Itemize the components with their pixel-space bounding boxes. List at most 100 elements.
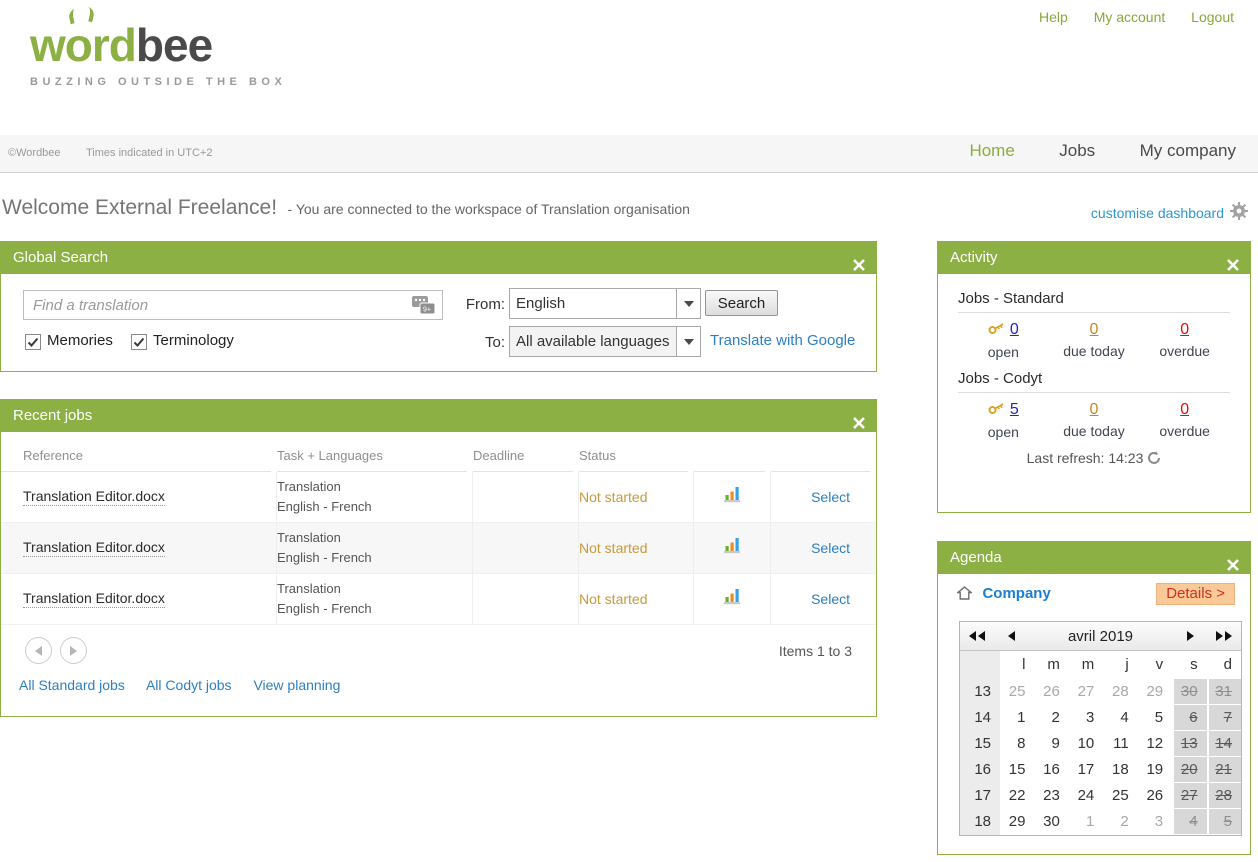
activity-count-open: 0open — [958, 321, 1049, 360]
all-codyt-jobs-link[interactable]: All Codyt jobs — [146, 677, 232, 693]
nav-my-company[interactable]: My company — [1140, 141, 1236, 160]
calendar-day-cell[interactable]: 4 — [1103, 705, 1137, 731]
help-link[interactable]: Help — [1039, 9, 1068, 25]
wordbee-logo[interactable]: wordbee BUZZING OUTSIDE THE BOX — [30, 22, 286, 88]
calendar-day-cell[interactable]: 9 — [1034, 731, 1068, 757]
calendar-day-cell[interactable]: 7 — [1207, 705, 1241, 731]
job-reference-link[interactable]: Translation Editor.docx — [23, 488, 165, 506]
activity-count-link[interactable]: 0 — [1180, 401, 1189, 418]
calendar-day-cell[interactable]: 30 — [1034, 809, 1068, 835]
calendar-day-cell[interactable]: 1 — [1069, 809, 1103, 835]
search-input-wrap: 9+ — [23, 290, 443, 320]
calendar-day-cell[interactable]: 4 — [1172, 809, 1206, 835]
job-select-link[interactable]: Select — [811, 540, 850, 556]
terminology-option[interactable]: Terminology — [131, 332, 234, 349]
activity-count-link[interactable]: 0 — [1090, 321, 1099, 338]
job-reference-link[interactable]: Translation Editor.docx — [23, 590, 165, 608]
calendar-day-cell[interactable]: 11 — [1103, 731, 1137, 757]
calendar-day-cell[interactable]: 10 — [1069, 731, 1103, 757]
calendar-day-cell[interactable]: 27 — [1069, 679, 1103, 705]
customise-dashboard-link[interactable]: customise dashboard — [1091, 205, 1224, 221]
calendar-day-cell[interactable]: 25 — [1103, 783, 1137, 809]
calendar-day-cell[interactable]: 2 — [1103, 809, 1137, 835]
job-status-cell: Not started — [579, 574, 694, 625]
calendar-day-cell[interactable]: 13 — [1172, 731, 1206, 757]
calendar-day-cell[interactable]: 3 — [1069, 705, 1103, 731]
calendar-day-cell[interactable]: 3 — [1138, 809, 1172, 835]
bar-chart-icon[interactable] — [723, 486, 742, 508]
details-button[interactable]: Details > — [1156, 583, 1235, 605]
activity-count-due_today: 0due today — [1049, 401, 1140, 440]
job-select-link[interactable]: Select — [811, 489, 850, 505]
all-standard-jobs-link[interactable]: All Standard jobs — [19, 677, 125, 693]
dropdown-arrow-button[interactable] — [676, 289, 700, 318]
search-button[interactable]: Search — [705, 290, 778, 316]
calendar-day-cell[interactable]: 27 — [1172, 783, 1206, 809]
calendar-day-cell[interactable]: 8 — [1000, 731, 1034, 757]
prev-page-button[interactable] — [25, 637, 52, 664]
company-link[interactable]: Company — [982, 585, 1050, 602]
calendar-day-cell[interactable]: 22 — [1000, 783, 1034, 809]
calendar-next-month-button[interactable] — [1173, 629, 1207, 644]
calendar-day-cell[interactable]: 17 — [1069, 757, 1103, 783]
from-language-select[interactable]: English — [509, 288, 701, 319]
bar-chart-icon[interactable] — [723, 588, 742, 610]
calendar-day-cell[interactable]: 31 — [1207, 679, 1241, 705]
job-reference-link[interactable]: Translation Editor.docx — [23, 539, 165, 557]
calendar-day-cell[interactable]: 2 — [1034, 705, 1068, 731]
calendar-day-header: m — [1034, 651, 1068, 679]
memories-option[interactable]: Memories — [25, 332, 113, 349]
my-account-link[interactable]: My account — [1094, 9, 1166, 25]
calendar-day-cell[interactable]: 29 — [1000, 809, 1034, 835]
logout-link[interactable]: Logout — [1191, 9, 1234, 25]
calendar-day-cell[interactable]: 14 — [1207, 731, 1241, 757]
activity-count-link[interactable]: 0 — [1010, 321, 1019, 338]
calendar-day-cell[interactable]: 26 — [1034, 679, 1068, 705]
calendar-day-cell[interactable]: 24 — [1069, 783, 1103, 809]
calendar-day-cell[interactable]: 19 — [1138, 757, 1172, 783]
next-page-button[interactable] — [60, 637, 87, 664]
activity-count-link[interactable]: 5 — [1010, 401, 1019, 418]
bar-chart-icon[interactable] — [723, 537, 742, 559]
special-characters-icon[interactable]: 9+ — [411, 295, 437, 321]
refresh-icon[interactable] — [1147, 452, 1161, 468]
calendar-day-cell[interactable]: 16 — [1034, 757, 1068, 783]
to-language-select[interactable]: All available languages — [509, 326, 701, 357]
calendar-month-label: avril 2019 — [1028, 628, 1173, 645]
nav-jobs[interactable]: Jobs — [1059, 141, 1095, 160]
nav-home[interactable]: Home — [969, 141, 1014, 160]
calendar-day-cell[interactable]: 5 — [1138, 705, 1172, 731]
job-select-link[interactable]: Select — [811, 591, 850, 607]
calendar-prev-month-button[interactable] — [994, 629, 1028, 644]
close-icon[interactable] — [1227, 251, 1239, 283]
calendar-day-cell[interactable]: 18 — [1103, 757, 1137, 783]
calendar-day-cell[interactable]: 1 — [1000, 705, 1034, 731]
calendar-day-cell[interactable]: 5 — [1207, 809, 1241, 835]
calendar-day-cell[interactable]: 21 — [1207, 757, 1241, 783]
calendar-day-cell[interactable]: 29 — [1138, 679, 1172, 705]
dropdown-arrow-button[interactable] — [676, 327, 700, 356]
activity-count-link[interactable]: 0 — [1090, 401, 1099, 418]
calendar-day-cell[interactable]: 15 — [1000, 757, 1034, 783]
calendar-day-cell[interactable]: 20 — [1172, 757, 1206, 783]
calendar-prev-year-button[interactable] — [960, 629, 994, 644]
close-icon[interactable] — [853, 409, 865, 441]
calendar-day-cell[interactable]: 28 — [1207, 783, 1241, 809]
calendar-next-year-button[interactable] — [1207, 629, 1241, 644]
activity-count-link[interactable]: 0 — [1180, 321, 1189, 338]
checkbox-checked-icon[interactable] — [25, 334, 41, 350]
search-input[interactable] — [24, 291, 442, 319]
calendar-day-cell[interactable]: 23 — [1034, 783, 1068, 809]
calendar-day-cell[interactable]: 26 — [1138, 783, 1172, 809]
calendar-day-cell[interactable]: 6 — [1172, 705, 1206, 731]
job-select-cell: Select — [771, 472, 876, 523]
gear-icon[interactable] — [1230, 207, 1248, 223]
calendar-day-cell[interactable]: 25 — [1000, 679, 1034, 705]
translate-with-google-link[interactable]: Translate with Google — [710, 332, 855, 349]
calendar-day-cell[interactable]: 28 — [1103, 679, 1137, 705]
checkbox-checked-icon[interactable] — [131, 334, 147, 350]
calendar-day-cell[interactable]: 12 — [1138, 731, 1172, 757]
close-icon[interactable] — [1227, 551, 1239, 583]
view-planning-link[interactable]: View planning — [253, 677, 340, 693]
calendar-day-cell[interactable]: 30 — [1172, 679, 1206, 705]
